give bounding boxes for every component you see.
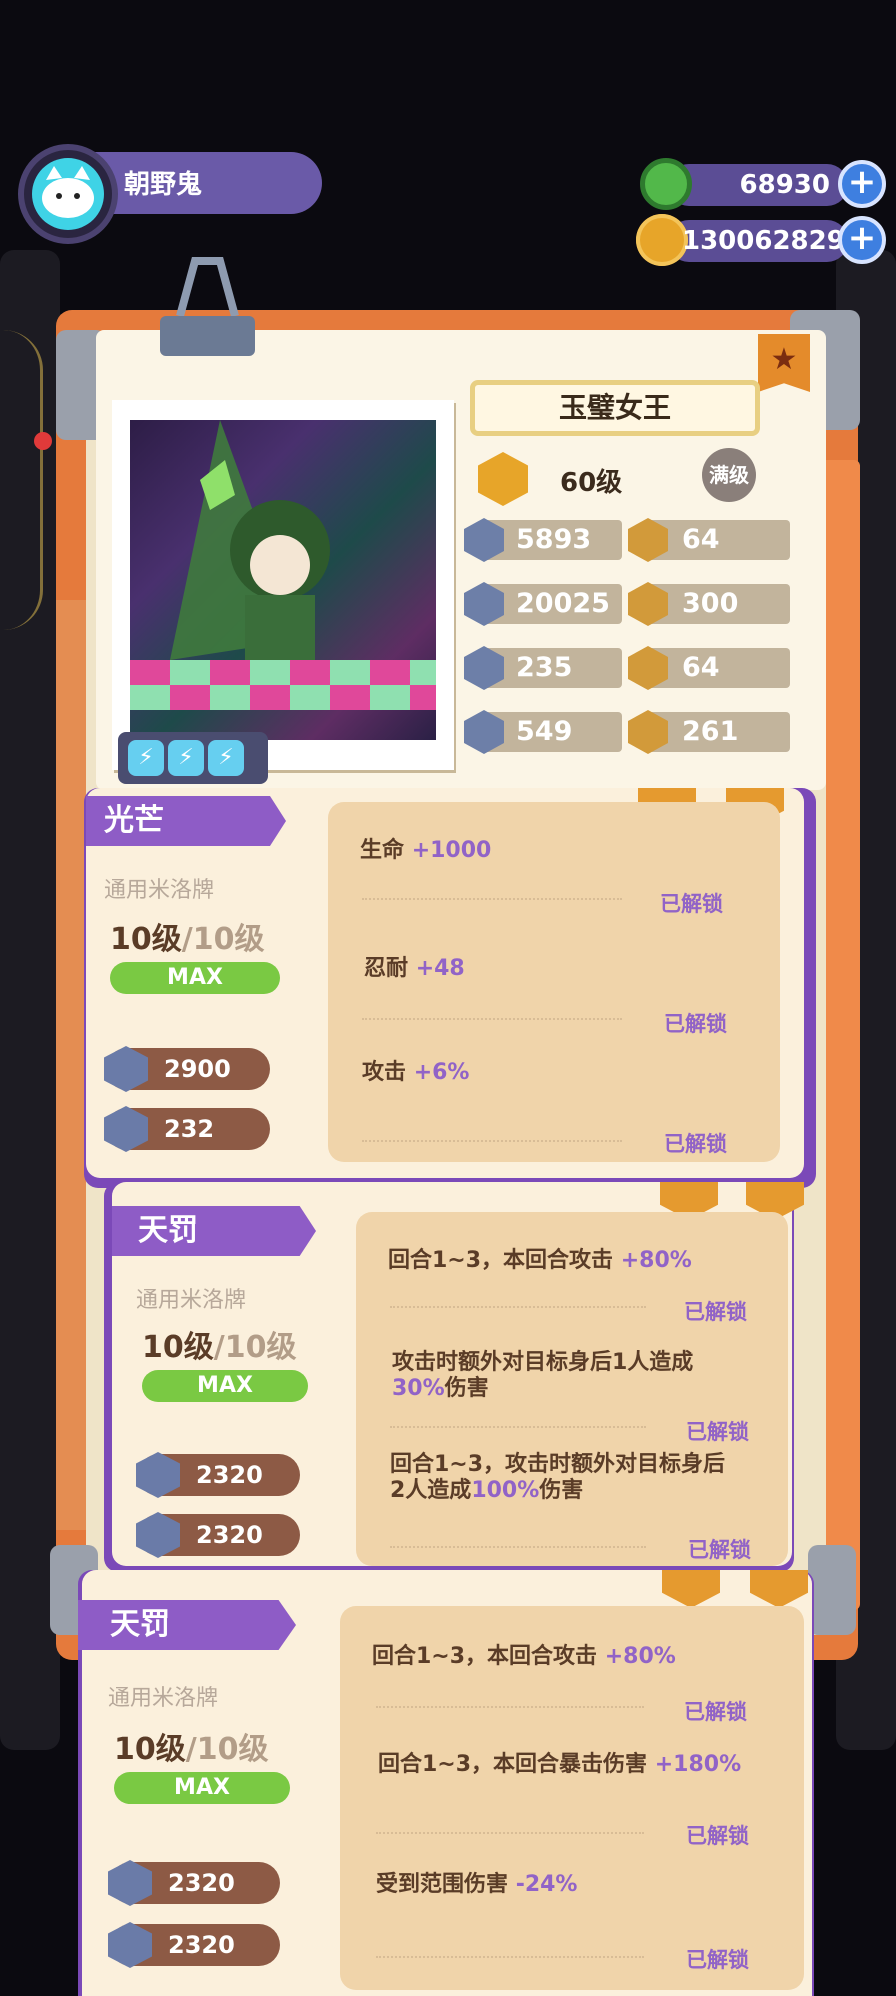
effect-text: 回合1~3，攻击时额外对目标身后2人造成100%伤害 [390,1452,740,1504]
effect-bonus: 30% [392,1376,445,1401]
character-portrait [130,420,436,740]
divider [390,1306,646,1308]
effect-text: 生命 +1000 [360,838,740,864]
unlocked-label: 已解锁 [664,1012,727,1036]
max-pill: MAX [114,1772,290,1804]
unlocked-label: 已解锁 [686,1420,749,1444]
module-level-current: 10级 [110,922,182,957]
effect-bonus: -24% [515,1872,578,1897]
binder-clip-icon [160,257,255,356]
effect-bonus: +80% [604,1644,676,1669]
effect-text: 攻击时额外对目标身后1人造成30%伤害 [392,1350,742,1402]
unlocked-label: 已解锁 [688,1538,751,1562]
background-line [0,330,43,630]
board-left-strip [56,600,86,1530]
board-right-tab [820,460,860,1610]
effect-text: 忍耐 +48 [364,956,744,982]
module-title: 天罚 [78,1600,296,1650]
divider [390,1546,646,1548]
cat-face-icon [42,166,94,218]
effect-label: 受到范围伤害 [376,1872,509,1897]
stat-value: 235 [516,652,573,683]
add-gold-currency-button[interactable]: + [838,216,886,264]
module-level-current: 10级 [114,1732,186,1767]
player-name: 朝野鬼 [124,170,203,200]
effect-bonus: +1000 [411,838,492,863]
effect-label: 回合1~3，本回合攻击 [372,1644,598,1669]
max-level-badge: 满级 [702,448,756,502]
unlocked-label: 已解锁 [664,1132,727,1156]
divider [390,1426,646,1428]
green-currency-value: 68930 [739,170,830,200]
unlocked-label: 已解锁 [684,1700,747,1724]
max-pill: MAX [110,962,280,994]
effect-text: 受到范围伤害 -24% [376,1872,756,1898]
divider [362,898,622,900]
stat-value: 5893 [516,524,592,555]
energy-icon: ⚡ [168,740,204,776]
effect-label-suffix: 伤害 [444,1376,489,1401]
add-green-currency-button[interactable]: + [838,160,886,208]
stat-value: 64 [682,524,720,555]
module-level: 10级/10级 [110,914,264,958]
effect-label: 忍耐 [364,956,409,981]
divider [376,1832,644,1834]
stat-value: 549 [516,716,573,747]
stat-value: 300 [682,588,739,619]
effect-text: 回合1~3，本回合暴击伤害 +180% [378,1752,758,1778]
unlocked-label: 已解锁 [684,1300,747,1324]
effect-bonus: +48 [415,956,465,981]
unlocked-label: 已解锁 [660,892,723,916]
gold-currency-value: 130062829 [682,226,845,256]
effect-text: 攻击 +6% [362,1060,742,1086]
effect-label: 回合1~3，本回合暴击伤害 [378,1752,648,1777]
module-level: 10级/10级 [114,1724,268,1768]
effect-bonus: +6% [413,1060,470,1085]
divider [376,1956,644,1958]
unlocked-label: 已解锁 [686,1948,749,1972]
module-subtitle: 通用米洛牌 [108,1686,219,1711]
module-level-max: /10级 [185,1732,269,1767]
module-title: 天罚 [112,1206,316,1256]
effect-bonus: +80% [620,1248,692,1273]
module-level: 10级/10级 [142,1322,296,1366]
max-pill: MAX [142,1370,308,1402]
green-currency-icon [640,158,692,210]
effect-label: 攻击时额外对目标身后1人造成 [392,1350,694,1375]
energy-icon: ⚡ [208,740,244,776]
module-level-max: /10级 [213,1330,297,1365]
energy-icon: ⚡ [128,740,164,776]
module-level-max: /10级 [181,922,265,957]
stat-value: 20025 [516,588,610,619]
character-level: 60级 [560,468,623,498]
divider [362,1140,622,1142]
module-subtitle: 通用米洛牌 [104,878,215,903]
divider [362,1018,622,1020]
character-name: 玉璧女王 [470,380,760,436]
stat-value: 261 [682,716,739,747]
module-title: 光芒 [86,796,286,846]
board-corner-bottom-right [808,1545,856,1635]
effect-text: 回合1~3，本回合攻击 +80% [388,1248,758,1274]
gold-planet-icon [636,214,688,266]
effect-text: 回合1~3，本回合攻击 +80% [372,1644,772,1670]
stat-value: 64 [682,652,720,683]
effect-label: 生命 [360,838,405,863]
module-level-current: 10级 [142,1330,214,1365]
character-art [130,420,436,710]
effect-label-suffix: 伤害 [539,1478,584,1503]
effect-label: 回合1~3，本回合攻击 [388,1248,614,1273]
effect-bonus: +180% [654,1752,742,1777]
red-dot [34,432,52,450]
unlocked-label: 已解锁 [686,1824,749,1848]
module-subtitle: 通用米洛牌 [136,1288,247,1313]
effect-bonus: 100% [471,1478,540,1503]
avatar[interactable] [32,158,104,230]
effect-label: 攻击 [362,1060,407,1085]
divider [376,1706,644,1708]
star-badge-icon: ★ [758,334,810,392]
